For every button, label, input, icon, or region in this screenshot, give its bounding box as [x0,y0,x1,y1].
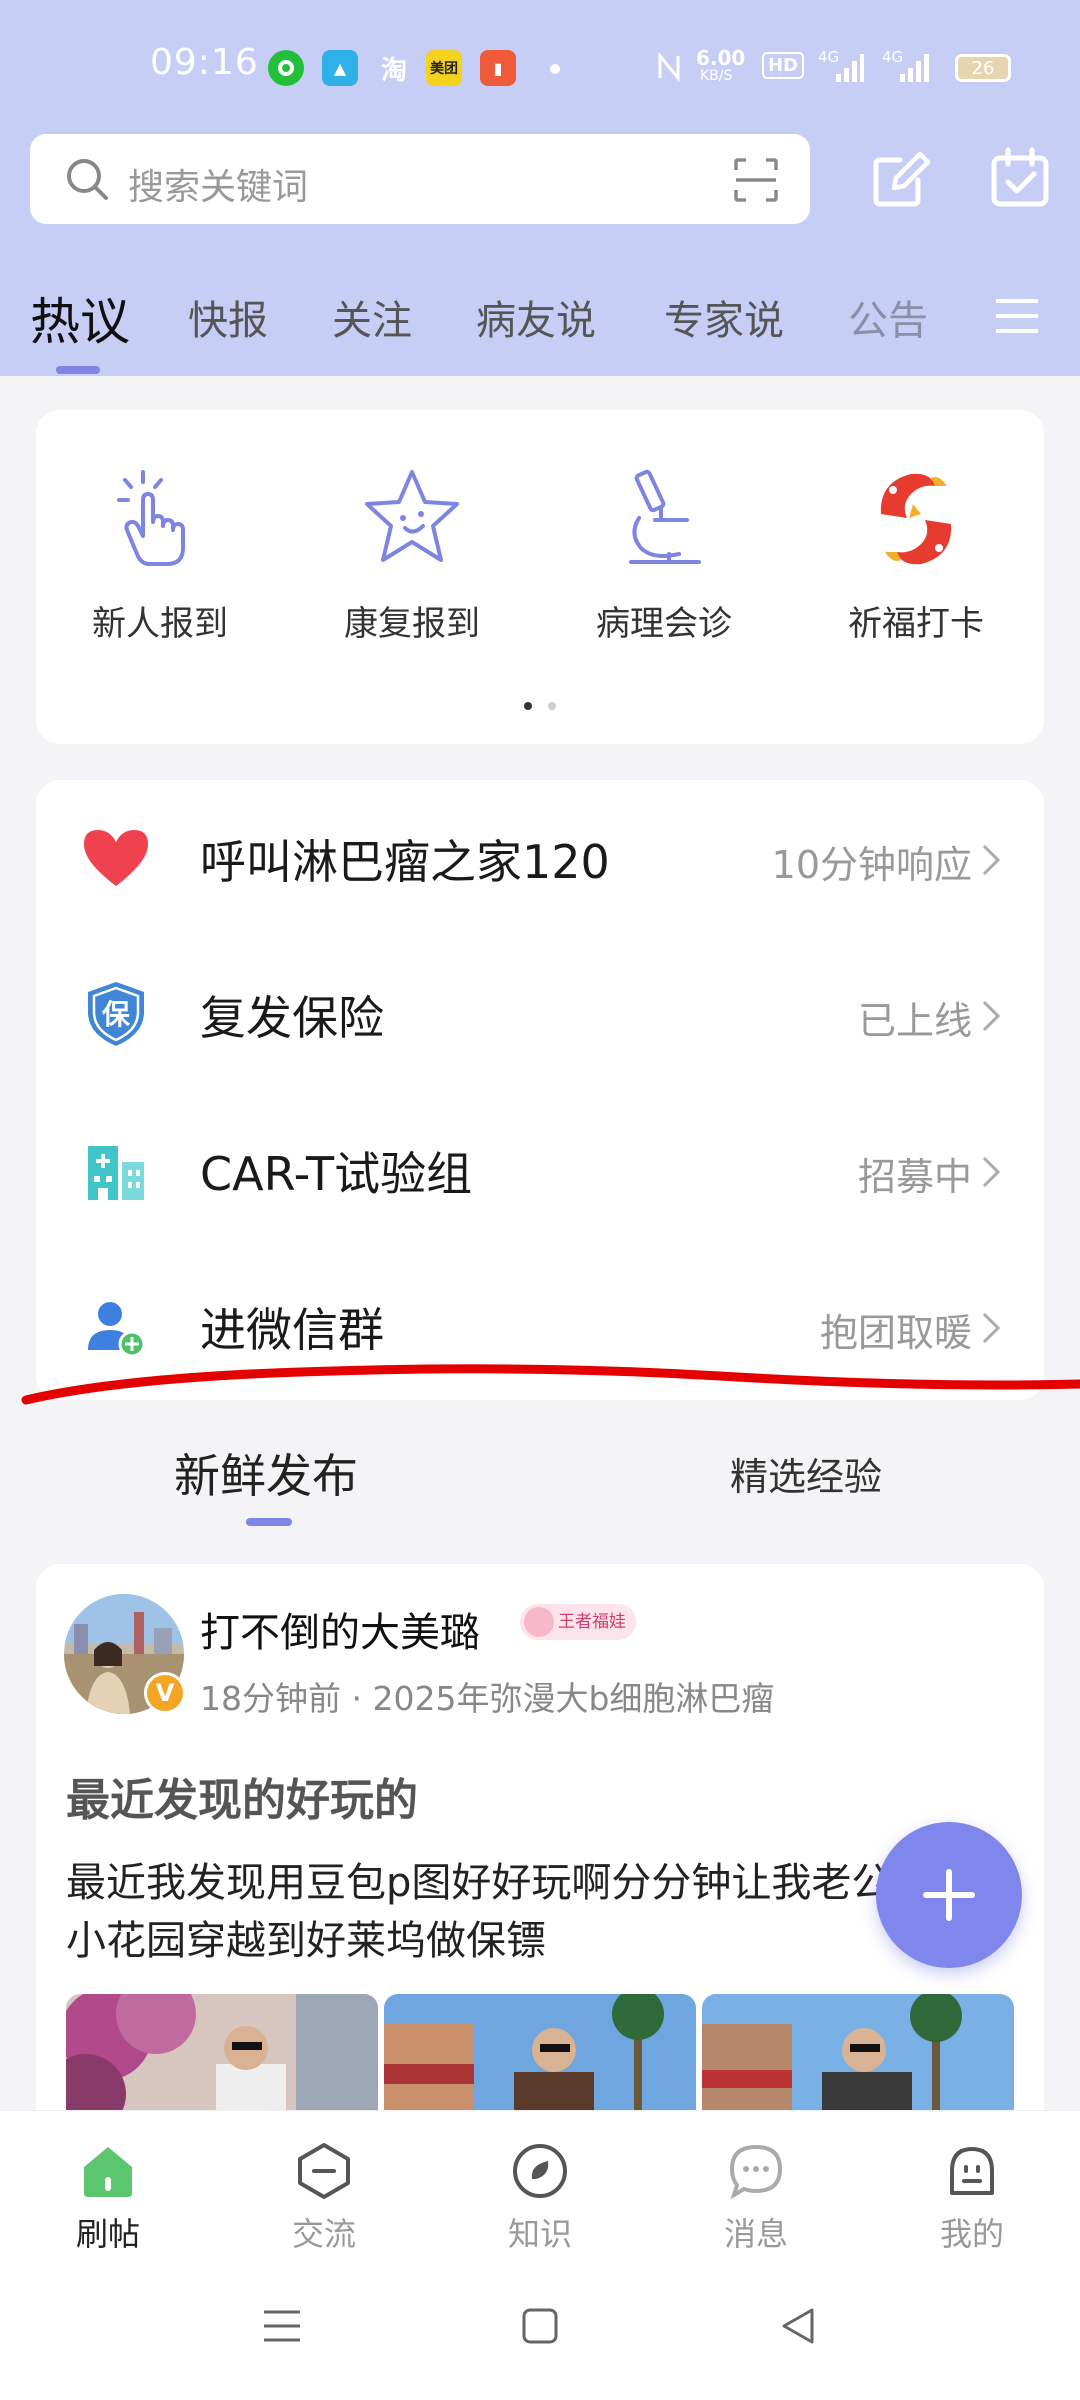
tab-experts[interactable]: 专家说 [664,288,784,346]
check-in-calendar-icon[interactable] [988,146,1052,210]
nav-label: 消息 [723,2215,788,2253]
post-author[interactable]: 打不倒的大美璐 [200,1600,480,1658]
battery-indicator: 26 [955,54,1011,82]
service-title: CAR-T试验组 [200,1147,473,1201]
quick-action-blessing[interactable]: 祈福打卡 [816,464,1016,645]
post-title: 最近发现的好玩的 [66,1775,418,1826]
quick-action-recovery[interactable]: 康复报到 [312,464,512,645]
feed-tab-featured[interactable]: 精选经验 [730,1446,882,1501]
chevron-right-icon [982,844,1001,876]
nav-feed[interactable]: 刷帖 [38,2141,178,2255]
hd-voice-icon: HD [762,52,805,79]
service-row-relapse-insurance[interactable]: 保 复发保险 已上线 [36,936,1044,1092]
search-bar[interactable]: 搜索关键词 [30,134,810,224]
bottom-navigation: 刷帖 交流 知识 消息 我的 [0,2110,1080,2260]
tab-news[interactable]: 快报 [188,288,268,346]
nav-label: 知识 [507,2215,572,2253]
quick-action-label: 新人报到 [92,604,228,644]
camel-app-icon: ▲ [322,50,358,86]
tab-hot[interactable]: 热议 [30,282,130,354]
status-time: 09:16 [150,42,259,83]
quick-action-label: 康复报到 [344,604,480,644]
carousel-dots [36,702,1044,710]
service-status: 抱团取暖 [819,1311,972,1355]
menu-icon[interactable] [994,296,1040,336]
rank-badge: 王者福娃 [520,1604,636,1640]
services-card: 呼叫淋巴瘤之家120 10分钟响应 保 复发保险 已上线 CAR-T试验组 招募… [36,780,1044,1400]
nav-label: 我的 [939,2215,1004,2253]
tab-announcements[interactable]: 公告 [848,288,928,346]
nav-messages[interactable]: 消息 [686,2141,826,2255]
microscope-icon [629,469,701,564]
quick-action-label: 病理会诊 [596,604,732,644]
create-post-button[interactable] [876,1822,1022,1968]
home-icon [84,2147,132,2197]
search-icon [67,159,108,200]
status-bar: 09:16 ▲ 淘 美团 ▮ 6.00 KB/S HD 4G 4G 26 [0,0,1080,136]
service-status: 招募中 [857,1155,972,1199]
scan-icon[interactable] [732,156,780,204]
compose-post-icon[interactable] [868,146,932,210]
chevron-right-icon [982,1312,1001,1344]
service-title: 进微信群 [200,1303,384,1357]
feed-tab-fresh[interactable]: 新鲜发布 [174,1440,358,1506]
star-face-icon [365,470,459,562]
service-title: 呼叫淋巴瘤之家120 [200,835,610,889]
meituan-app-icon: 美团 [426,50,462,86]
active-tab-indicator [56,366,100,374]
red-annotation-line [21,1364,1080,1405]
signal-2-icon [900,54,929,82]
quick-action-pathology[interactable]: 病理会诊 [564,464,764,645]
category-tabs: 热议 快报 关注 病友说 专家说 公告 [0,282,1080,376]
chevron-right-icon [982,1000,1001,1032]
book-app-icon: ▮ [480,50,516,86]
quick-action-label: 祈福打卡 [848,604,984,644]
shield-icon: 保 [88,982,144,1046]
nfc-icon [658,52,680,82]
nav-label: 刷帖 [75,2215,140,2253]
green-circle-app-icon [268,50,304,86]
tab-patients[interactable]: 病友说 [476,288,596,346]
recent-apps-icon[interactable] [260,2304,304,2348]
koi-fish-icon [880,473,952,565]
nav-label: 交流 [291,2215,356,2253]
building-icon [88,1146,144,1200]
profile-face-icon [950,2147,994,2195]
nav-knowledge[interactable]: 知识 [470,2141,610,2255]
chevron-right-icon [982,1156,1001,1188]
search-placeholder: 搜索关键词 [128,167,309,208]
system-navigation-bar [0,2260,1080,2400]
exchange-icon [298,2143,350,2199]
signal-1-icon [836,54,864,82]
post-meta: 18分钟前 · 2025年弥漫大b细胞淋巴瘤 [200,1679,775,1718]
quick-actions-card: 新人报到 康复报到 病理会诊 祈福打卡 [36,410,1044,744]
quick-action-new-member[interactable]: 新人报到 [60,464,260,645]
message-icon [729,2144,783,2200]
nav-exchange[interactable]: 交流 [254,2141,394,2255]
feed-tabs: 新鲜发布 精选经验 [0,1430,1080,1530]
tap-hand-icon [117,470,185,566]
back-icon[interactable] [776,2304,820,2348]
more-notifications-dot [550,64,560,74]
nav-profile[interactable]: 我的 [902,2141,1042,2255]
feed-tab-indicator [246,1518,292,1526]
service-status: 已上线 [857,999,972,1043]
verified-badge: V [144,1672,186,1714]
add-user-icon [88,1302,146,1358]
tab-following[interactable]: 关注 [332,288,412,346]
taobao-app-icon: 淘 [380,55,407,86]
network-speed: 6.00 [696,46,746,70]
plus-icon [923,1869,975,1921]
service-row-call-120[interactable]: 呼叫淋巴瘤之家120 10分钟响应 [36,780,1044,936]
service-status: 10分钟响应 [771,843,972,887]
shield-icon-text: 保 [102,998,131,1031]
home-button-icon[interactable] [518,2304,562,2348]
service-title: 复发保险 [200,991,384,1045]
knowledge-icon [513,2144,567,2198]
service-row-cart-trial[interactable]: CAR-T试验组 招募中 [36,1092,1044,1248]
network-speed-unit: KB/S [700,68,733,84]
heart-icon [84,830,148,886]
